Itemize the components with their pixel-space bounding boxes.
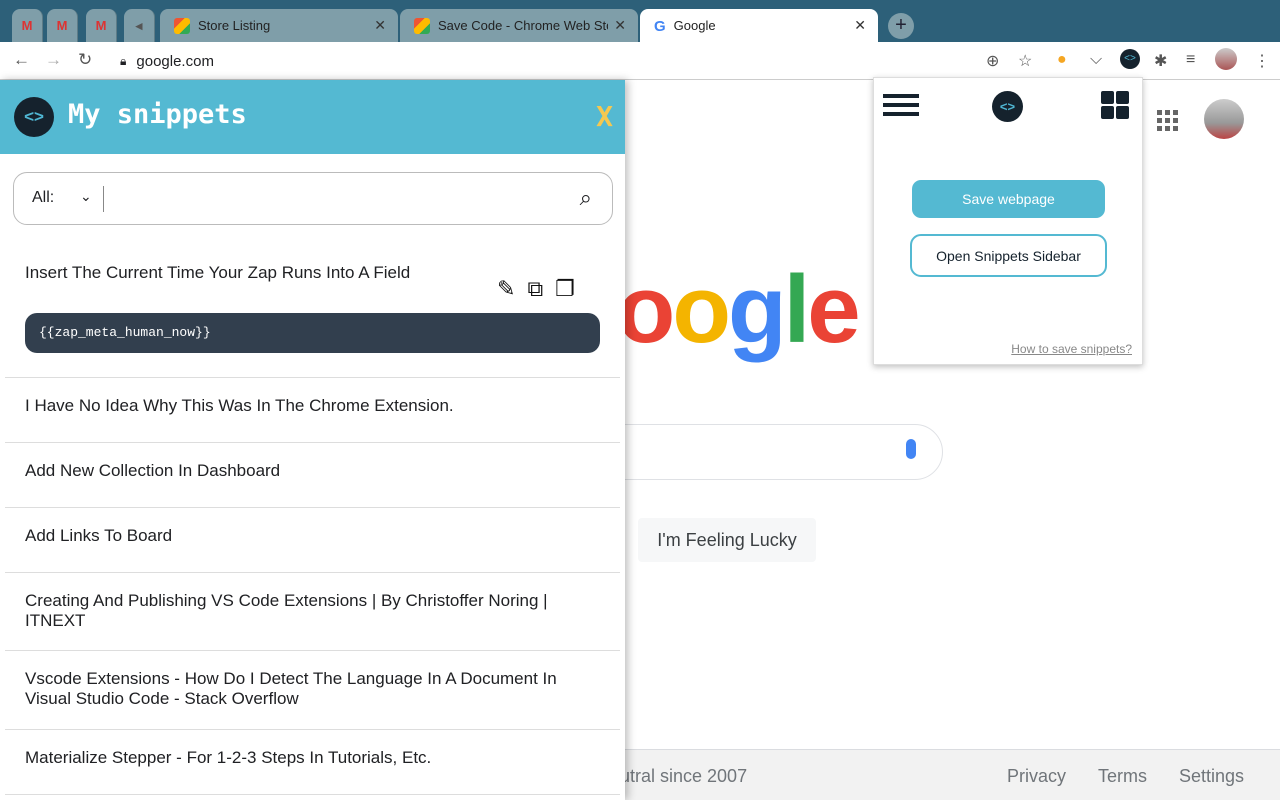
chevron-down-icon[interactable]: ⌄ xyxy=(80,188,92,205)
open-sidebar-button[interactable]: Open Snippets Sidebar xyxy=(910,234,1107,277)
snippet-item[interactable]: Add Links To Board xyxy=(5,508,620,573)
google-footer: utral since 2007 Privacy Terms Settings xyxy=(620,749,1280,800)
pocket-icon[interactable]: ⌵ xyxy=(1090,51,1102,69)
hamburger-menu-icon[interactable] xyxy=(883,94,919,121)
snippet-item[interactable]: Add New Collection In Dashboard xyxy=(5,443,620,508)
account-avatar[interactable] xyxy=(1204,99,1244,139)
snippet-search: All: ⌄ ⌕ xyxy=(13,172,613,225)
snippet-item[interactable]: Vscode Extensions - How Do I Detect The … xyxy=(5,651,620,730)
reload-icon[interactable]: ↻ xyxy=(78,50,92,70)
profile-avatar[interactable] xyxy=(1215,48,1237,70)
code-brackets-logo-icon: <> xyxy=(992,91,1023,122)
snippet-code[interactable]: {{zap_meta_human_now}} xyxy=(25,313,600,353)
apps-grid-icon[interactable] xyxy=(1157,110,1178,131)
back-icon[interactable]: ← xyxy=(13,50,30,70)
extension-icon[interactable]: ● xyxy=(1057,51,1067,69)
snippets-sidebar: <> My snippets X All: ⌄ ⌕ Insert The Cur… xyxy=(0,80,625,800)
close-tab-icon[interactable]: ✕ xyxy=(374,17,386,34)
address-bar[interactable]: 🔒︎ google.com xyxy=(108,46,1043,76)
tab-gmail-1[interactable]: M xyxy=(12,9,43,42)
tab-google[interactable]: G Google ✕ xyxy=(640,9,878,42)
close-tab-icon[interactable]: ✕ xyxy=(614,17,626,34)
bookmark-star-icon[interactable]: ☆ xyxy=(1018,51,1032,71)
filter-select[interactable]: All: xyxy=(32,189,54,207)
menu-kebab-icon[interactable]: ⋮ xyxy=(1254,51,1270,71)
copy-icon[interactable]: ❐ xyxy=(555,276,575,302)
tab-save-code[interactable]: Save Code - Chrome Web Store ✕ xyxy=(400,9,638,42)
privacy-link[interactable]: Privacy xyxy=(1007,766,1066,787)
tab-gmail-2[interactable]: M xyxy=(47,9,78,42)
tab-gmail-3[interactable]: M xyxy=(86,9,117,42)
chrome-web-store-icon xyxy=(414,17,430,34)
open-external-icon[interactable]: ⧉ xyxy=(527,276,543,302)
muted-speaker-icon: ◂ xyxy=(135,17,143,33)
toolbar: ← → ↻ 🔒︎ google.com ⊕ ☆ ● ⌵ <> ✱ ≡ ⋮ xyxy=(0,42,1280,80)
edit-pencil-icon[interactable]: ✎ xyxy=(497,276,515,302)
lock-icon: 🔒︎ xyxy=(120,53,127,68)
terms-link[interactable]: Terms xyxy=(1098,766,1147,787)
sidebar-title: My snippets xyxy=(68,99,247,130)
media-control-icon[interactable]: ≡ xyxy=(1186,51,1195,69)
search-icon[interactable]: ⌕ xyxy=(580,185,592,211)
feeling-lucky-button[interactable]: I'm Feeling Lucky xyxy=(638,518,816,562)
zoom-icon[interactable]: ⊕ xyxy=(986,51,999,71)
dashboard-icon[interactable] xyxy=(1101,91,1130,119)
forward-icon[interactable]: → xyxy=(45,50,62,70)
snippet-item[interactable]: I Have No Idea Why This Was In The Chrom… xyxy=(5,378,620,443)
tab-store-listing[interactable]: Store Listing ✕ xyxy=(160,9,398,42)
gmail-icon: M xyxy=(21,18,33,33)
snippet-item[interactable]: Insert The Current Time Your Zap Runs In… xyxy=(5,238,620,378)
snippet-item[interactable]: Creating And Publishing VS Code Extensio… xyxy=(5,573,620,651)
close-tab-icon[interactable]: ✕ xyxy=(854,17,866,34)
new-tab-button[interactable]: + xyxy=(888,13,914,39)
close-sidebar-button[interactable]: X xyxy=(596,100,613,133)
tab-muted[interactable]: ◂ xyxy=(124,9,155,42)
sidebar-header: <> My snippets X xyxy=(0,80,625,154)
chrome-web-store-icon xyxy=(174,17,190,34)
settings-link[interactable]: Settings xyxy=(1179,766,1244,787)
gmail-icon: M xyxy=(56,18,68,33)
google-icon: G xyxy=(654,17,666,35)
gmail-icon: M xyxy=(95,18,107,33)
save-code-extension-icon[interactable]: <> xyxy=(1120,49,1140,69)
how-to-link[interactable]: How to save snippets? xyxy=(1011,342,1132,356)
code-brackets-logo-icon: <> xyxy=(14,97,54,137)
extension-popup: <> Save webpage Open Snippets Sidebar Ho… xyxy=(873,77,1143,365)
text-cursor xyxy=(103,186,104,212)
snippet-item[interactable]: Materialize Stepper - For 1-2-3 Steps In… xyxy=(5,730,620,795)
extensions-puzzle-icon[interactable]: ✱ xyxy=(1154,51,1167,71)
microphone-icon[interactable] xyxy=(906,439,916,459)
save-webpage-button[interactable]: Save webpage xyxy=(912,180,1105,218)
tab-strip: M M M ◂ Store Listing ✕ Save Code - Chrom… xyxy=(0,0,1280,42)
